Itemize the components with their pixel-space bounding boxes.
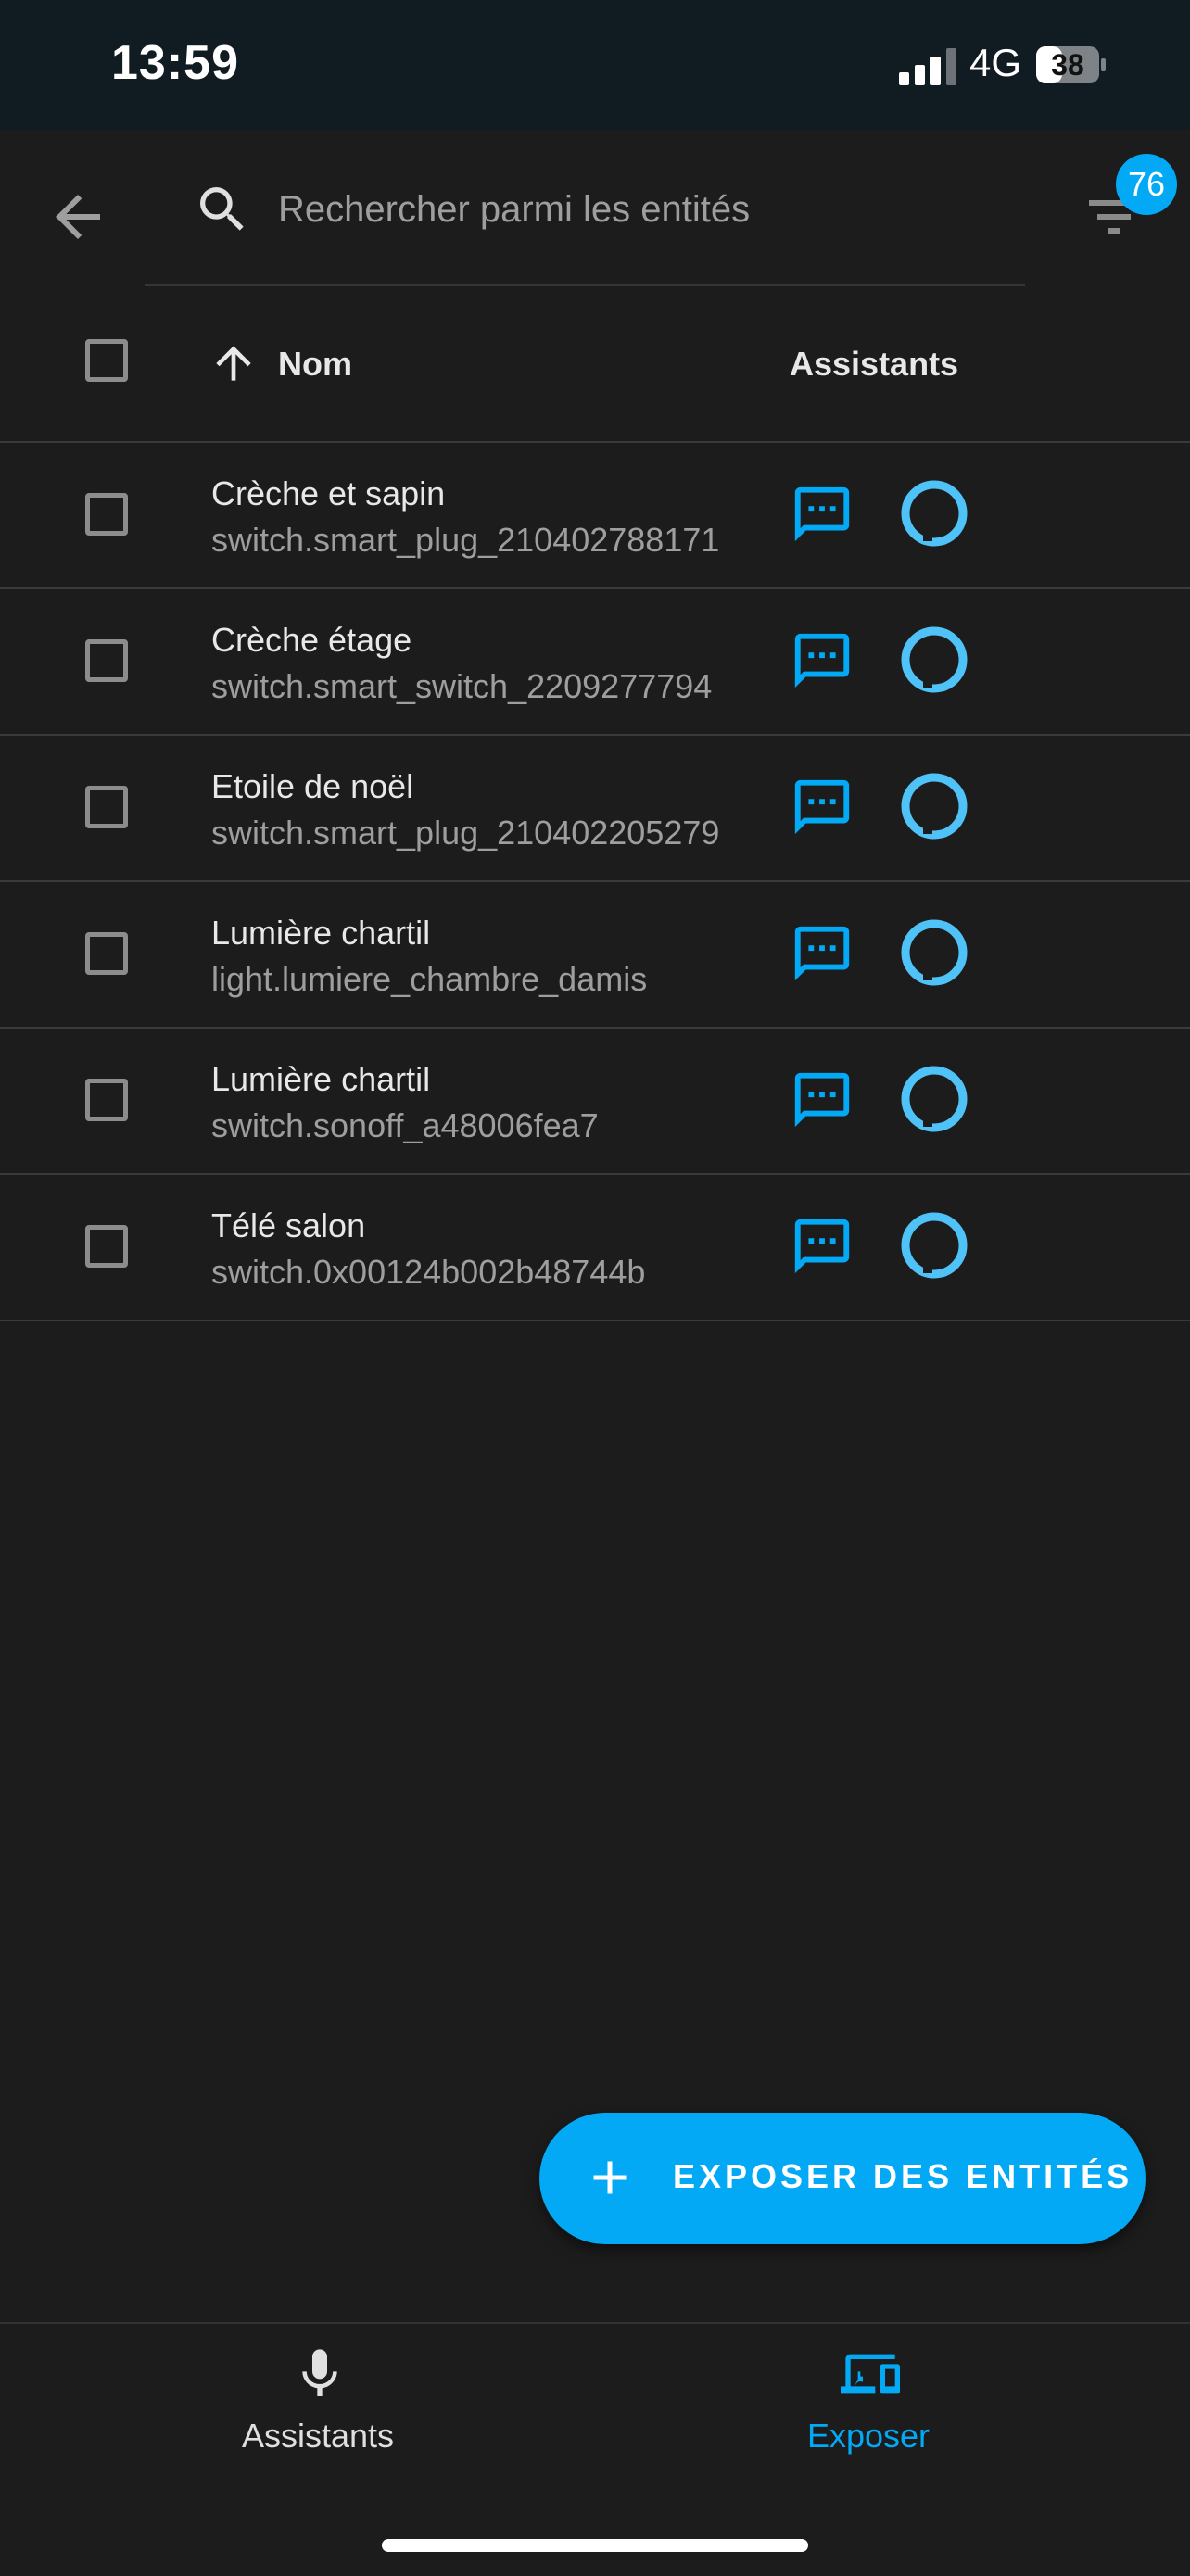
entity-name: Télé salon xyxy=(211,1206,366,1244)
assist-chat-icon[interactable] xyxy=(790,1214,855,1279)
top-app-bar: 76 xyxy=(0,130,1190,286)
table-row[interactable]: Lumière chartil light.lumiere_chambre_da… xyxy=(0,882,1190,1029)
assist-chat-icon[interactable] xyxy=(790,775,855,840)
status-time: 13:59 xyxy=(111,36,239,90)
expose-entities-label: EXPOSER DES ENTITÉS xyxy=(673,2157,1133,2195)
battery-icon: 38 xyxy=(1036,44,1107,85)
microphone-icon xyxy=(302,2349,337,2396)
nav-item-assistants[interactable]: Assistants xyxy=(20,2324,615,2481)
entity-id: switch.0x00124b002b48744b xyxy=(211,1253,646,1291)
select-all-checkbox[interactable] xyxy=(85,339,128,382)
table-row[interactable]: Crèche étage switch.smart_switch_2209277… xyxy=(0,589,1190,736)
plus-icon xyxy=(593,2161,627,2194)
home-indicator xyxy=(382,2539,808,2552)
alexa-icon[interactable] xyxy=(899,1210,969,1281)
alexa-icon[interactable] xyxy=(899,771,969,841)
expose-entities-button[interactable]: EXPOSER DES ENTITÉS xyxy=(539,2113,1146,2244)
arrow-up-icon[interactable] xyxy=(208,335,260,391)
entity-id: switch.sonoff_a48006fea7 xyxy=(211,1106,599,1144)
entity-name: Etoile de noël xyxy=(211,767,414,805)
network-type: 4G xyxy=(969,41,1022,84)
search-input[interactable] xyxy=(276,176,966,243)
nav-label-assistants: Assistants xyxy=(241,2417,395,2455)
row-checkbox[interactable] xyxy=(85,786,128,828)
assist-chat-icon[interactable] xyxy=(790,482,855,547)
bottom-navigation: Assistants Exposer xyxy=(0,2322,1190,2576)
row-checkbox[interactable] xyxy=(85,1225,128,1268)
table-row[interactable]: Télé salon switch.0x00124b002b48744b xyxy=(0,1175,1190,1321)
filter-count-badge: 76 xyxy=(1116,154,1177,215)
alexa-icon[interactable] xyxy=(899,917,969,988)
nav-item-exposer[interactable]: Exposer xyxy=(571,2324,1166,2481)
arrow-left-icon[interactable] xyxy=(44,183,111,250)
entity-id: switch.smart_plug_210402205279 xyxy=(211,814,720,852)
entity-name: Crèche et sapin xyxy=(211,474,446,512)
signal-icon xyxy=(899,48,956,85)
row-checkbox[interactable] xyxy=(85,493,128,536)
row-checkbox[interactable] xyxy=(85,1079,128,1121)
alexa-icon[interactable] xyxy=(899,478,969,549)
table-header: Nom Assistants xyxy=(0,287,1190,443)
search-icon xyxy=(200,187,244,231)
entity-name: Lumière chartil xyxy=(211,914,431,952)
entity-id: light.lumiere_chambre_damis xyxy=(211,960,648,998)
table-row[interactable]: Crèche et sapin switch.smart_plug_210402… xyxy=(0,443,1190,589)
status-bar: 13:59 4G 38 xyxy=(0,0,1190,130)
table-row[interactable]: Etoile de noël switch.smart_plug_2104022… xyxy=(0,736,1190,882)
nav-label-exposer: Exposer xyxy=(806,2417,930,2455)
assist-chat-icon[interactable] xyxy=(790,1067,855,1132)
column-header-assistants[interactable]: Assistants xyxy=(790,345,958,384)
table-row[interactable]: Lumière chartil switch.sonoff_a48006fea7 xyxy=(0,1029,1190,1175)
entity-id: switch.smart_switch_2209277794 xyxy=(211,667,713,705)
alexa-icon[interactable] xyxy=(899,1064,969,1134)
entity-name: Lumière chartil xyxy=(211,1060,431,1098)
search-bar xyxy=(145,130,1025,286)
column-header-name[interactable]: Nom xyxy=(278,345,352,384)
devices-icon xyxy=(841,2354,900,2394)
row-checkbox[interactable] xyxy=(85,639,128,682)
alexa-icon[interactable] xyxy=(899,625,969,695)
entity-id: switch.smart_plug_210402788171 xyxy=(211,521,720,559)
row-checkbox[interactable] xyxy=(85,932,128,975)
entity-name: Crèche étage xyxy=(211,621,412,659)
battery-level: 38 xyxy=(1051,48,1084,82)
assist-chat-icon[interactable] xyxy=(790,921,855,986)
assist-chat-icon[interactable] xyxy=(790,628,855,693)
